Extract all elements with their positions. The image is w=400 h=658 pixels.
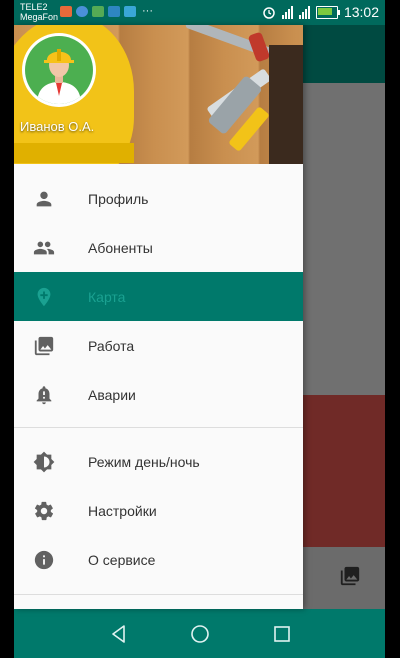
header-helmet-brim [14,143,134,163]
alarm-icon [263,7,275,19]
notification-icons: ··· [60,6,153,17]
photo-library-icon [34,336,54,356]
carrier-label: TELE2 MegaFon [20,2,58,22]
camera-notification-icon [60,6,72,17]
system-navigation-bar [14,609,385,658]
menu-item-day-night-mode[interactable]: Режим день/ночь [14,437,303,486]
user-name: Иванов О.А. [20,119,95,134]
tools-notification-icon [92,6,104,17]
menu-item-profile[interactable]: Профиль [14,174,303,223]
back-button-icon[interactable] [108,623,130,645]
menu-item-label: Режим день/ночь [88,453,200,470]
menu-item-label: Карта [88,288,126,305]
menu-divider [14,427,303,428]
battery-icon [315,5,340,19]
menu-item-about[interactable]: О сервисе [14,535,303,584]
menu-item-label: О сервисе [88,551,156,568]
clock: 13:02 [343,4,379,20]
menu-item-label: Работа [88,337,135,354]
shield-notification-icon [76,6,88,17]
status-bar: TELE2 MegaFon ··· 13:02 [14,0,385,25]
signal-icon [281,5,293,19]
alert-bell-icon [36,386,52,405]
menu-item-label: Аварии [88,386,136,403]
avatar-image [25,36,93,104]
menu-item-label: Абоненты [88,239,153,256]
header-tool-belt-graphic [269,45,303,164]
menu-item-label: Настройки [88,502,157,519]
menu-item-accidents[interactable]: Аварии [14,370,303,419]
person-icon [36,191,52,207]
info-icon [34,550,54,570]
signal-icon-2 [298,5,310,19]
avatar[interactable] [22,33,96,107]
drawer-menu: Профиль Абоненты Карта Работа Аварии Реж… [14,174,303,584]
mail-notification-icon [108,6,120,17]
photo-library-icon [340,566,360,586]
screen: TELE2 MegaFon ··· 13:02 Иванов О.А. Проф… [14,0,385,658]
people-icon [33,241,55,255]
worker-avatar-icon [37,49,81,104]
brightness-icon [33,451,55,473]
menu-item-settings[interactable]: Настройки [14,486,303,535]
recents-button-icon[interactable] [271,623,293,645]
menu-item-subscribers[interactable]: Абоненты [14,223,303,272]
menu-item-label: Профиль [88,190,149,207]
gear-icon [34,501,54,521]
home-button-icon[interactable] [189,623,211,645]
menu-bottom-divider [14,594,303,595]
system-icons: 13:02 [262,4,379,20]
drawer-header: Иванов О.А. [14,25,303,164]
navigation-drawer: Иванов О.А. Профиль Абоненты Карта Работ… [14,25,303,609]
map-pin-icon [37,287,51,307]
carrier-name-1: TELE2 [20,2,48,12]
more-notifications-icon: ··· [142,5,153,17]
menu-item-work[interactable]: Работа [14,321,303,370]
carrier-name-2: MegaFon [20,12,59,22]
menu-item-map[interactable]: Карта [14,272,303,321]
image-notification-icon [124,6,136,17]
